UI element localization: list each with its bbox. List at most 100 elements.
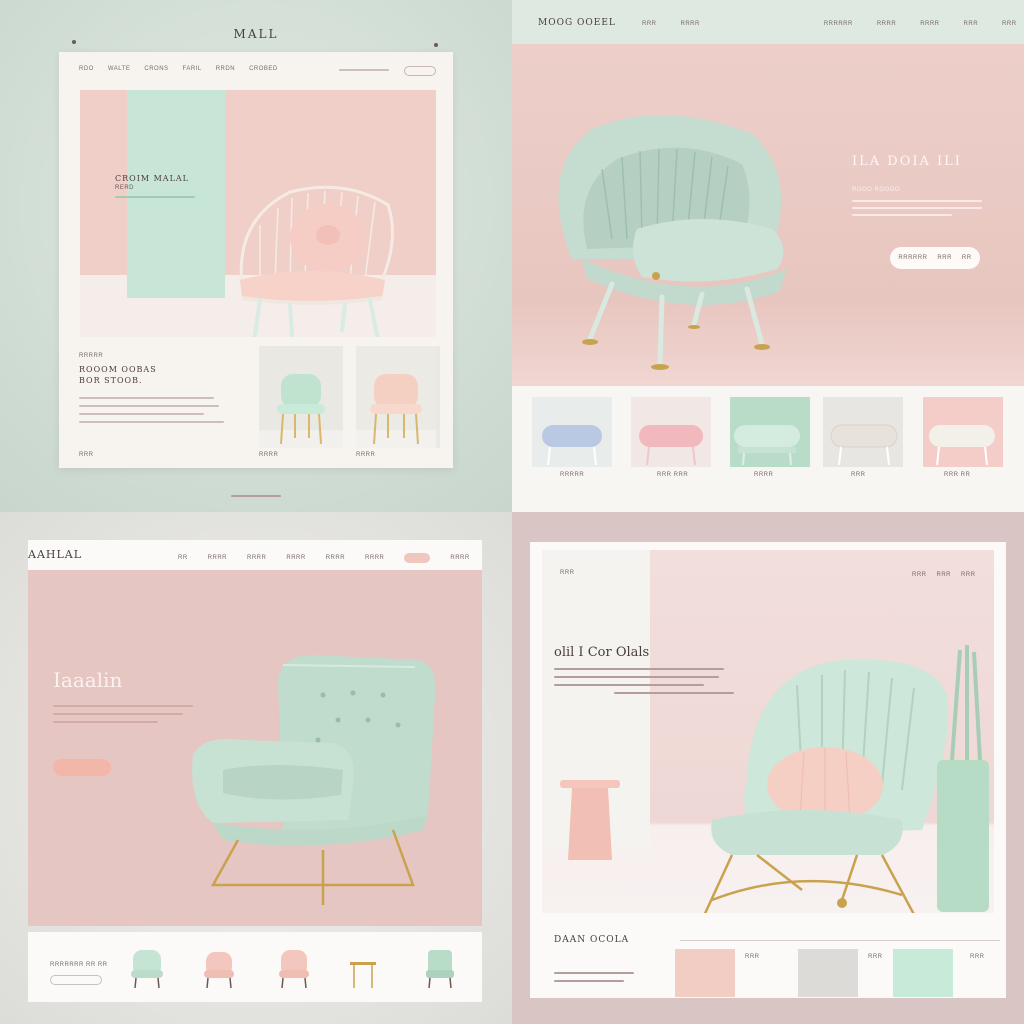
- side-table-thumb: [350, 962, 376, 988]
- product-card[interactable]: [823, 397, 903, 467]
- pink-chair-thumb-2: [279, 950, 309, 989]
- product-card[interactable]: [730, 397, 810, 467]
- hero-subtitle: ROOO ROOOO: [852, 187, 901, 193]
- product-card[interactable]: [259, 346, 343, 448]
- nav-links: RRR RRR RRR: [912, 572, 976, 578]
- nav-item[interactable]: RRRR: [247, 555, 266, 561]
- nav-button[interactable]: [404, 66, 436, 76]
- nav-item[interactable]: RRRR: [326, 555, 345, 561]
- mint-wall-panel: [127, 90, 225, 298]
- stool-thumbnail: [830, 424, 898, 466]
- hero-cta-button[interactable]: [53, 759, 111, 776]
- nav-item[interactable]: RRRR: [920, 21, 939, 27]
- nav-item[interactable]: WALTE: [108, 66, 131, 72]
- nav-item[interactable]: CRONS: [144, 66, 168, 72]
- section-label: RRRRR: [79, 353, 104, 359]
- divider: [680, 940, 1000, 941]
- nav-item[interactable]: CROBED: [249, 66, 278, 72]
- section-text-line: [554, 980, 624, 982]
- brand-title: MALL: [233, 27, 279, 41]
- product-card[interactable]: [356, 346, 440, 448]
- nav-item[interactable]: RDO: [79, 66, 94, 72]
- nav-item[interactable]: RRR: [961, 572, 976, 578]
- swatch-label: RRR: [745, 954, 760, 960]
- hero-image: CROIM MALAL RERD: [80, 90, 436, 337]
- nav-item[interactable]: RRR: [642, 21, 657, 27]
- nav-item[interactable]: RRR: [964, 21, 979, 27]
- footer-line: [231, 495, 281, 497]
- section-text-line: [554, 972, 634, 974]
- product-strip: RRRRR RRR RRR RRRR RRR RRR RR: [512, 386, 1024, 512]
- section-paragraph: [79, 397, 229, 429]
- nav-item[interactable]: RRR: [1002, 21, 1017, 27]
- chair-thumbnail: [356, 346, 436, 448]
- swatch-label: RRR: [970, 954, 985, 960]
- cta-label: RRR: [937, 255, 952, 261]
- nav-item[interactable]: RRRR: [877, 21, 896, 27]
- cart-pill-button[interactable]: [404, 553, 431, 563]
- nav-item[interactable]: RRRR: [365, 555, 384, 561]
- nav-item[interactable]: RRR: [912, 572, 927, 578]
- chair-thumbnail: [259, 346, 343, 448]
- shell-chair-illustration: [558, 115, 787, 370]
- nav-links: RRR RRRR RRRRRR RRRR RRRR RRR RRR: [642, 21, 1017, 27]
- hero-cta-button[interactable]: RRRRRR RRR RR: [890, 247, 980, 269]
- armchair-illustration: [192, 655, 436, 905]
- row-label: RRRRRRR RR RR: [50, 962, 108, 968]
- top-nav: RDO WALTE CRONS FARIL RRDN CROBED: [79, 66, 278, 72]
- product-card[interactable]: [631, 397, 711, 467]
- hero-title: ILA DOIA ILI: [852, 154, 962, 169]
- mint-chair-thumb-2: [426, 950, 454, 989]
- dot-icon: [434, 43, 438, 47]
- nav-item[interactable]: RRRRRR: [824, 21, 853, 27]
- hero-section: RRR RRR RRR RRR olil I Cor Olals: [542, 550, 994, 913]
- panel-mall: MALL RDO WALTE CRONS FARIL RRDN CROBED C…: [0, 0, 512, 512]
- nav-item[interactable]: RRRR: [450, 555, 469, 561]
- pink-chair-thumb: [204, 952, 234, 989]
- cta-label: RRRRRR: [898, 255, 928, 261]
- product-label: RRR RR: [944, 472, 971, 478]
- page-card: RRR RRR RRR RRR olil I Cor Olals DAAN OC…: [530, 542, 1006, 998]
- read-more-link[interactable]: RRR: [79, 452, 94, 458]
- search-field[interactable]: [339, 69, 389, 71]
- nav-item[interactable]: RRRR: [286, 555, 305, 561]
- panel-chair-store: MOOG OOEEL RRR RRRR RRRRRR RRRR RRRR RRR…: [512, 0, 1024, 512]
- panel-armchair-store: AAHLAL RR RRRR RRRR RRRR RRRR RRRR RRRR …: [0, 512, 512, 1024]
- section-title: DAAN OCOLA: [554, 935, 630, 945]
- nav-item[interactable]: RRR: [937, 572, 952, 578]
- color-swatch[interactable]: [675, 949, 735, 997]
- mint-vase: [937, 645, 989, 912]
- product-label: RRRR: [754, 472, 774, 478]
- product-card-label: RRRR: [356, 452, 376, 458]
- page-card: RDO WALTE CRONS FARIL RRDN CROBED CROIM …: [59, 52, 453, 468]
- top-nav-bar: MOOG OOEEL RRR RRRR RRRRRR RRRR RRRR RRR…: [512, 0, 1024, 44]
- section-heading: ROOOM OOBAS: [79, 365, 157, 374]
- pink-side-table: [560, 780, 620, 860]
- nav-item[interactable]: RRRR: [208, 555, 227, 561]
- hero-title: Iaaalin: [53, 668, 123, 692]
- nav-item[interactable]: FARIL: [183, 66, 202, 72]
- hero-section: Iaaalin: [28, 570, 482, 926]
- hero-subtitle: RERD: [115, 185, 135, 191]
- product-label: RRR RRR: [657, 472, 689, 478]
- brand-logo[interactable]: AAHLAL: [28, 548, 82, 561]
- hero-paragraph: [53, 705, 193, 723]
- nav-links: RR RRRR RRRR RRRR RRRR RRRR RRRR: [178, 553, 470, 563]
- product-card[interactable]: [923, 397, 1003, 467]
- nav-item[interactable]: RRRR: [681, 21, 700, 27]
- nav-item[interactable]: RR: [178, 555, 188, 561]
- wire-chair-illustration: [239, 185, 394, 337]
- hero-paragraph: [852, 200, 987, 216]
- shell-lounge-chair: [703, 659, 949, 913]
- dot-icon: [72, 40, 76, 44]
- brand-logo[interactable]: MOOG OOEEL: [538, 18, 616, 28]
- color-swatch[interactable]: [798, 949, 858, 997]
- product-label: RRR: [851, 472, 866, 478]
- swatch-label: RRR: [868, 954, 883, 960]
- hero-section: ILA DOIA ILI ROOO ROOOO RRRRRR RRR RR: [512, 44, 1024, 386]
- row-button[interactable]: [50, 975, 102, 985]
- product-row: RRRRRRR RR RR: [28, 932, 482, 1002]
- color-swatch[interactable]: [893, 949, 953, 997]
- nav-item[interactable]: RRDN: [216, 66, 235, 72]
- product-card[interactable]: [532, 397, 612, 467]
